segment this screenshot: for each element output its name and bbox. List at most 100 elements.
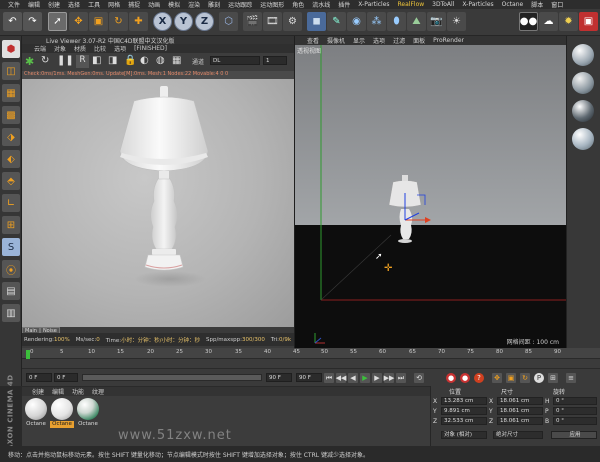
cube-icon[interactable]: ◼ [307, 12, 326, 31]
recent-tool-icon[interactable]: ✚ [129, 12, 148, 31]
grid-snap-icon[interactable]: ▤ [2, 282, 20, 300]
make-editable-icon[interactable]: ⬢ [2, 40, 20, 58]
frame-current-field[interactable]: 0 F [54, 373, 78, 382]
menu-item[interactable]: 动画 [144, 0, 164, 9]
octane-camera-icon[interactable]: ▣ [579, 12, 598, 31]
lv-menu-item[interactable]: 材质 [74, 44, 86, 53]
frame-range-slider[interactable] [82, 374, 262, 381]
render-settings-icon[interactable]: ⚙ [283, 12, 302, 31]
go-start-icon[interactable]: ⏮ [324, 373, 334, 383]
menu-item[interactable]: 工具 [84, 0, 104, 9]
menu-item[interactable]: 插件 [334, 0, 354, 9]
menu-item[interactable]: 编辑 [24, 0, 44, 9]
material-slot[interactable]: Octane [76, 398, 100, 429]
deformer-icon[interactable]: ⬮ [387, 12, 406, 31]
vp-menu-item[interactable]: 过滤 [393, 36, 405, 45]
size-x-field[interactable]: 18.061 cm [497, 397, 543, 405]
timeline[interactable]: 0 5 10 15 20 25 30 35 40 45 50 55 60 65 … [22, 348, 600, 368]
axis-y-button[interactable]: Y [174, 12, 193, 31]
timeline-ruler[interactable]: 0 5 10 15 20 25 30 35 40 45 50 55 60 65 … [22, 348, 600, 359]
menu-item[interactable]: 雕刻 [204, 0, 224, 9]
lv-menu-item[interactable]: 对象 [54, 44, 66, 53]
pause-icon[interactable]: ❚❚ [57, 55, 74, 68]
menu-item[interactable]: Octane [498, 1, 528, 8]
size-y-field[interactable]: 18.061 cm [497, 407, 543, 415]
prev-key-icon[interactable]: ◀◀ [336, 373, 346, 383]
frame-end-field[interactable]: 90 F [266, 373, 292, 382]
key-position-icon[interactable]: ✥ [492, 373, 502, 383]
next-key-icon[interactable]: ▶▶ [384, 373, 394, 383]
rotation-h-field[interactable]: 0 ° [553, 397, 597, 405]
tweak-icon[interactable]: ⊞ [2, 216, 20, 234]
material-slot[interactable]: Octane [24, 398, 48, 429]
menu-item[interactable]: 渲染 [184, 0, 204, 9]
workplane-icon[interactable]: ▩ [2, 106, 20, 124]
play-icon[interactable]: ▶ [360, 373, 370, 383]
axis-x-button[interactable]: X [153, 12, 172, 31]
material-preview-2[interactable] [572, 72, 594, 94]
material-slot-selected[interactable]: Octane [50, 398, 74, 429]
render-region-icon[interactable]: 🎬 [243, 12, 262, 31]
camera-icon[interactable]: 📷 [427, 12, 446, 31]
rotation-p-field[interactable]: 0 ° [553, 407, 597, 415]
lock-icon[interactable]: 🔒 [124, 55, 137, 68]
keyframe-selection-icon[interactable]: ? [474, 373, 484, 383]
nurbs-icon[interactable]: ◉ [347, 12, 366, 31]
material-ball-icon[interactable]: ◐ [140, 55, 153, 68]
rotate-icon[interactable]: ↻ [109, 12, 128, 31]
viewport-canvas[interactable]: ➚ ✛ 透视视图 网格间距 : 100 cm [295, 45, 567, 348]
next-frame-icon[interactable]: ▶ [372, 373, 382, 383]
snap-icon[interactable]: S [2, 238, 20, 256]
menu-item[interactable]: 网格 [104, 0, 124, 9]
render-view-icon[interactable]: 🎞 [263, 12, 282, 31]
channel-number-field[interactable]: 1 [263, 56, 287, 65]
mat-menu-item[interactable]: 编辑 [52, 387, 64, 396]
menu-item[interactable]: X-Particles [354, 1, 393, 8]
mat-menu-item[interactable]: 纹理 [92, 387, 104, 396]
undo-icon[interactable]: ↶ [3, 12, 22, 31]
vp-menu-item[interactable]: 摄像机 [327, 36, 345, 45]
key-scale-icon[interactable]: ▣ [506, 373, 516, 383]
menu-item-realflow[interactable]: RealFlow [394, 1, 429, 8]
vp-menu-item[interactable]: 查看 [307, 36, 319, 45]
spline-pen-icon[interactable]: ✎ [327, 12, 346, 31]
lv-menu-item[interactable]: 比较 [94, 44, 106, 53]
scale-icon[interactable]: ▣ [89, 12, 108, 31]
restart-icon[interactable]: ↻ [41, 55, 54, 68]
texture-mode-icon[interactable]: ▦ [2, 84, 20, 102]
coordinate-system-icon[interactable]: ⬡ [219, 12, 238, 31]
material-preview-4[interactable] [572, 128, 594, 150]
model-mode-icon[interactable]: ◫ [2, 62, 20, 80]
timeline-menu-icon[interactable]: ≡ [566, 373, 576, 383]
auto-key-icon[interactable]: ● [460, 373, 470, 383]
lv-menu-item[interactable]: 选项 [114, 44, 126, 53]
quantize-icon[interactable]: ▥ [2, 304, 20, 322]
menu-item[interactable]: 捕捉 [124, 0, 144, 9]
pick-focus-icon[interactable]: ◧ [92, 55, 105, 68]
size-mode-dropdown[interactable]: 绝对尺寸 [493, 431, 543, 439]
frame-end2-field[interactable]: 90 F [296, 373, 322, 382]
edges-mode-icon[interactable]: ⬖ [2, 150, 20, 168]
light-icon[interactable]: ☀ [447, 12, 466, 31]
go-end-icon[interactable]: ⏭ [396, 373, 406, 383]
mat-menu-item[interactable]: 功能 [72, 387, 84, 396]
menu-item[interactable]: 流水线 [308, 0, 334, 9]
menu-item[interactable]: 模拟 [164, 0, 184, 9]
menu-item[interactable]: 选择 [64, 0, 84, 9]
menu-item[interactable]: X-Particles [458, 1, 497, 8]
apply-button[interactable]: 应用 [551, 431, 597, 439]
octane-light-icon[interactable]: ✹ [559, 12, 578, 31]
polygons-mode-icon[interactable]: ⬘ [2, 172, 20, 190]
material-preview-1[interactable] [572, 44, 594, 66]
key-param-icon[interactable]: P [534, 373, 544, 383]
menu-item[interactable]: 脚本 [527, 0, 547, 9]
key-rotation-icon[interactable]: ↻ [520, 373, 530, 383]
axis-mode-icon[interactable]: ∟ [2, 194, 20, 212]
send-scene-icon[interactable]: ✱ [25, 55, 38, 68]
playhead-marker[interactable] [26, 350, 30, 359]
lv-menu-item[interactable]: 云端 [34, 44, 46, 53]
position-y-field[interactable]: 9.891 cm [441, 407, 487, 415]
lock-workplane-icon[interactable]: ⦿ [2, 260, 20, 278]
move-icon[interactable]: ✥ [69, 12, 88, 31]
loop-icon[interactable]: ⟲ [414, 373, 424, 383]
